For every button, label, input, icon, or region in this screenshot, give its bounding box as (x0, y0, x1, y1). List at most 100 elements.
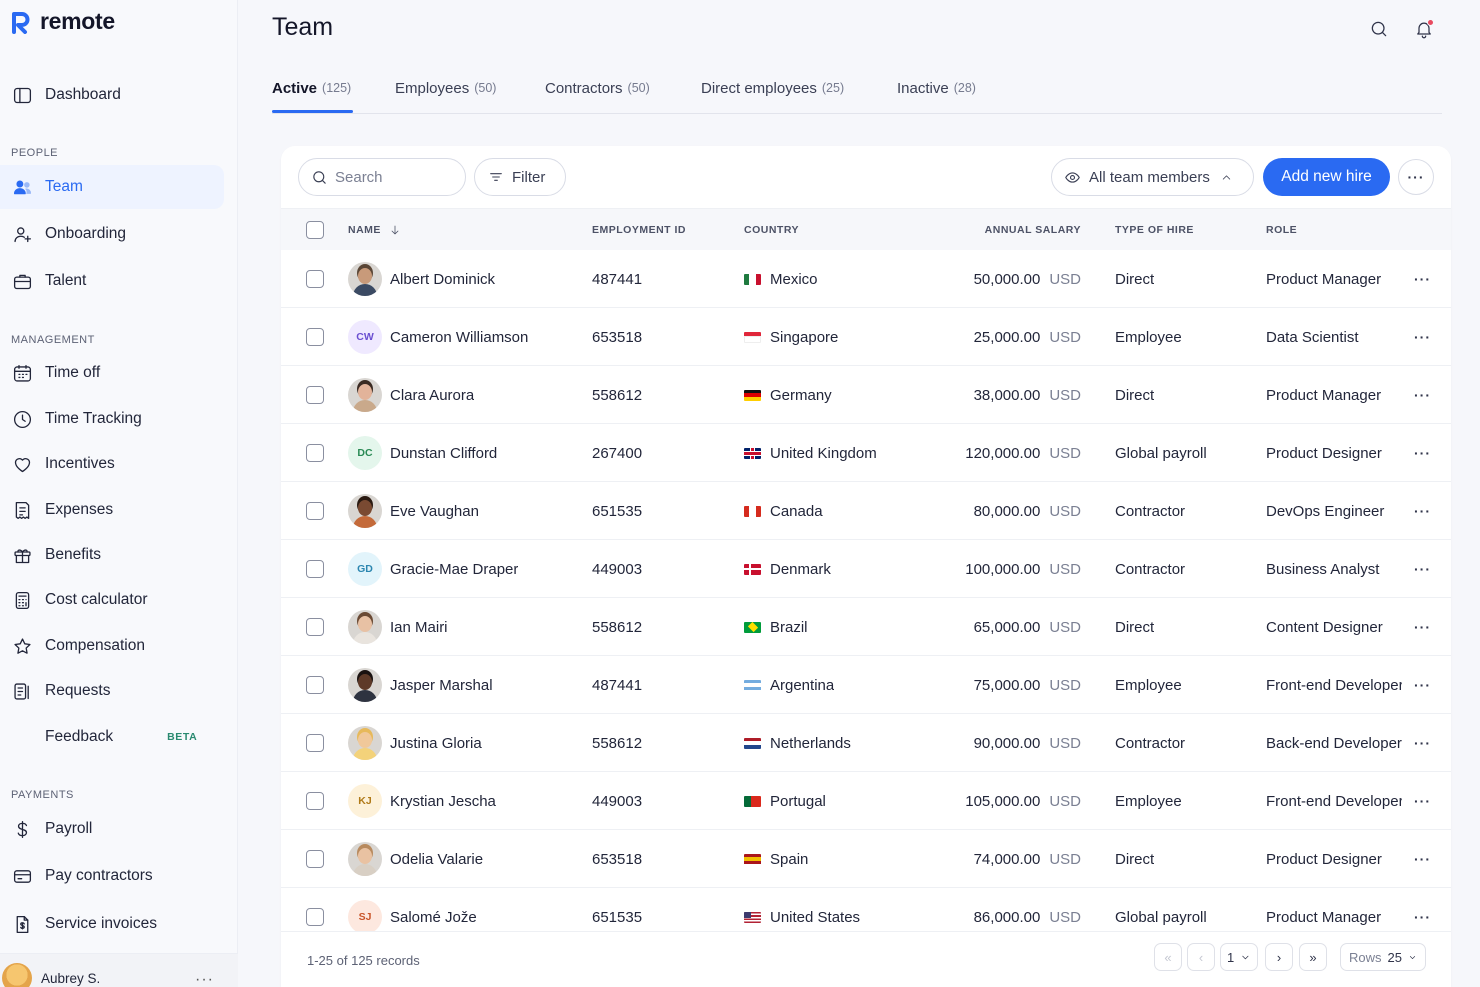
row-checkbox[interactable] (306, 444, 324, 462)
last-page-button[interactable]: » (1299, 943, 1327, 971)
employee-name[interactable]: Clara Aurora (390, 366, 474, 424)
row-checkbox[interactable] (306, 502, 324, 520)
sidebar-item-compensation[interactable]: Compensation (0, 624, 224, 668)
bell-icon[interactable] (1413, 18, 1435, 40)
row-checkbox[interactable] (306, 328, 324, 346)
sidebar-item-talent[interactable]: Talent (0, 259, 224, 303)
table-row[interactable]: Ian Mairi 558612 Brazil 65,000.00 USD Direct C… (281, 598, 1451, 656)
table-row[interactable]: Justina Gloria 558612 Netherlands 90,000.00… (281, 714, 1451, 772)
calendar-icon (11, 362, 33, 384)
row-checkbox[interactable] (306, 560, 324, 578)
row-actions-more-icon[interactable]: ··· (1414, 830, 1431, 888)
row-actions-more-icon[interactable]: ··· (1414, 540, 1431, 598)
employee-name[interactable]: Eve Vaughan (390, 482, 479, 540)
search-input[interactable] (335, 168, 455, 186)
sidebar-item-time-tracking[interactable]: Time Tracking (0, 397, 224, 441)
table-row[interactable]: Clara Aurora 558612 Germany 38,000.00 USD Dir… (281, 366, 1451, 424)
type-of-hire: Employee (1115, 676, 1182, 694)
sidebar-item-pay-contractors[interactable]: Pay contractors (0, 854, 224, 898)
employee-name[interactable]: Gracie-Mae Draper (390, 540, 518, 598)
column-header-type-of-hire[interactable]: TYPE OF HIRE (1115, 209, 1194, 251)
next-page-button[interactable]: › (1265, 943, 1293, 971)
tab-contractors[interactable]: Contractors (50) (545, 62, 650, 114)
more-options-button[interactable]: ··· (1398, 159, 1434, 195)
table-row[interactable]: KJ Krystian Jescha 449003 Portugal 105,000.0… (281, 772, 1451, 830)
sidebar-item-payroll[interactable]: Payroll (0, 807, 224, 851)
avatar: GD (348, 552, 382, 586)
first-page-button[interactable]: « (1154, 943, 1182, 971)
row-actions-more-icon[interactable]: ··· (1414, 656, 1431, 714)
table-row[interactable]: Albert Dominick 487441 Mexico 50,000.00 USD D… (281, 250, 1451, 308)
column-header-employment-id[interactable]: EMPLOYMENT ID (592, 209, 686, 251)
row-actions-more-icon[interactable]: ··· (1414, 308, 1431, 366)
sidebar-item-time-off[interactable]: Time off (0, 351, 224, 395)
tab-active[interactable]: Active (125) (272, 62, 351, 114)
row-actions-more-icon[interactable]: ··· (1414, 366, 1431, 424)
type-of-hire: Direct (1115, 618, 1155, 636)
row-checkbox[interactable] (306, 618, 324, 636)
row-checkbox[interactable] (306, 270, 324, 288)
employee-name[interactable]: Cameron Williamson (390, 308, 528, 366)
sidebar-item-onboarding[interactable]: Onboarding (0, 212, 224, 256)
employee-name[interactable]: Albert Dominick (390, 250, 495, 308)
table-row[interactable]: GD Gracie-Mae Draper 449003 Denmark 100,000.… (281, 540, 1451, 598)
sidebar-item-team[interactable]: Team (0, 165, 224, 209)
employee-name[interactable]: Dunstan Clifford (390, 424, 497, 482)
column-header-role[interactable]: ROLE (1266, 209, 1297, 251)
select-all-checkbox[interactable] (306, 221, 324, 239)
sidebar-item-expenses[interactable]: Expenses (0, 488, 224, 532)
table-row[interactable]: DC Dunstan Clifford 267400 United Kingdom 12… (281, 424, 1451, 482)
table-row[interactable]: Jasper Marshal 487441 Argentina 75,000.00 US… (281, 656, 1451, 714)
tab-direct-employees[interactable]: Direct employees (25) (701, 62, 844, 114)
employee-name[interactable]: Justina Gloria (390, 714, 482, 772)
row-checkbox[interactable] (306, 676, 324, 694)
column-header-annual-salary[interactable]: ANNUAL SALARY (941, 209, 1081, 251)
sidebar-item-dashboard[interactable]: Dashboard (0, 73, 224, 117)
column-header-country[interactable]: COUNTRY (744, 209, 799, 251)
row-actions-more-icon[interactable]: ··· (1414, 772, 1431, 830)
row-checkbox[interactable] (306, 734, 324, 752)
sidebar-item-feedback[interactable]: Feedback BETA (0, 715, 224, 759)
app-logo[interactable]: remote (10, 8, 115, 35)
employee-name[interactable]: Jasper Marshal (390, 656, 493, 714)
rows-per-page-select[interactable]: Rows 25 (1340, 943, 1426, 971)
page-select[interactable]: 1 (1220, 943, 1258, 971)
row-actions-more-icon[interactable]: ··· (1414, 424, 1431, 482)
row-actions-more-icon[interactable]: ··· (1414, 482, 1431, 540)
sidebar-item-service-invoices[interactable]: Service invoices (0, 902, 224, 946)
country-cell: Canada (744, 482, 823, 540)
table-row[interactable]: Eve Vaughan 651535 Canada 80,000.00 USD Contr… (281, 482, 1451, 540)
row-checkbox[interactable] (306, 792, 324, 810)
employee-name[interactable]: Krystian Jescha (390, 772, 496, 830)
sidebar-item-cost-calculator[interactable]: Cost calculator (0, 578, 224, 622)
sidebar-item-incentives[interactable]: Incentives (0, 442, 224, 486)
flag-icon (744, 621, 761, 633)
employment-id: 449003 (592, 560, 643, 578)
employee-name[interactable]: Odelia Valarie (390, 830, 483, 888)
active-tab-indicator (272, 110, 353, 113)
row-checkbox[interactable] (306, 850, 324, 868)
column-header-name[interactable]: NAME (348, 209, 401, 251)
prev-page-button[interactable]: ‹ (1187, 943, 1215, 971)
more-icon[interactable]: ··· (195, 971, 214, 987)
row-checkbox[interactable] (306, 386, 324, 404)
tab-inactive[interactable]: Inactive (28) (897, 62, 976, 114)
row-actions-more-icon[interactable]: ··· (1414, 598, 1431, 656)
sidebar-item-requests[interactable]: Requests (0, 669, 224, 713)
row-actions-more-icon[interactable]: ··· (1414, 250, 1431, 308)
employee-name[interactable]: Ian Mairi (390, 598, 448, 656)
add-new-hire-button[interactable]: Add new hire (1263, 158, 1390, 196)
avatar (348, 494, 382, 528)
flag-icon (744, 505, 761, 517)
table-row[interactable]: Odelia Valarie 653518 Spain 74,000.00 USD Dir… (281, 830, 1451, 888)
filter-button[interactable]: Filter (474, 158, 566, 196)
sidebar-item-benefits[interactable]: Benefits (0, 533, 224, 577)
user-profile[interactable]: Aubrey S. ··· (0, 953, 238, 987)
view-selector-button[interactable]: All team members (1051, 158, 1254, 196)
table-row[interactable]: CW Cameron Williamson 653518 Singapore 25,00… (281, 308, 1451, 366)
search-box[interactable] (298, 158, 466, 196)
row-checkbox[interactable] (306, 908, 324, 926)
tab-employees[interactable]: Employees (50) (395, 62, 496, 114)
search-icon[interactable] (1368, 18, 1390, 40)
row-actions-more-icon[interactable]: ··· (1414, 714, 1431, 772)
